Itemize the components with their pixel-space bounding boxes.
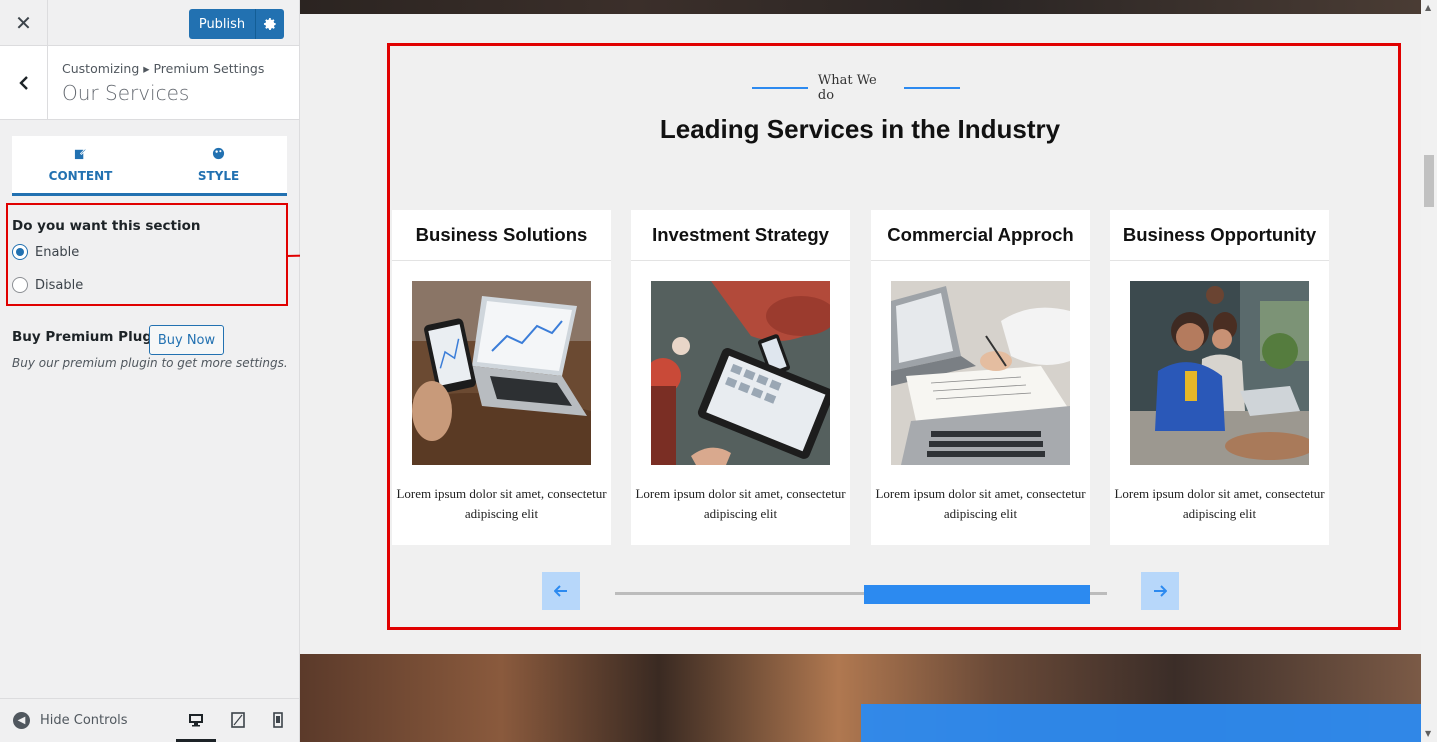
tab-content-label: CONTENT	[48, 168, 113, 183]
radio-enable-label: Enable	[35, 244, 80, 260]
tab-content[interactable]: CONTENT	[12, 136, 149, 193]
customizer-footer: ◀ Hide Controls	[0, 698, 299, 742]
radio-disable-label: Disable	[35, 277, 84, 293]
customizer-sidebar: ✕ Publish Customizing ▸ Premium Settings…	[0, 0, 300, 742]
preview-scrollbar[interactable]: ▲ ▼	[1421, 0, 1437, 742]
desktop-icon[interactable]	[187, 711, 205, 729]
premium-description: Buy our premium plugin to get more setti…	[12, 356, 288, 370]
site-preview: What We do Leading Services in the Indus…	[300, 0, 1421, 742]
previous-section-image	[300, 0, 1421, 14]
tablet-icon[interactable]	[229, 711, 247, 729]
scroll-up-icon[interactable]: ▲	[1425, 3, 1431, 12]
radio-enable[interactable]: Enable	[12, 244, 79, 260]
palette-icon	[212, 147, 225, 164]
tab-style-label: STYLE	[197, 168, 240, 183]
settings-tabs: CONTENT STYLE	[12, 136, 287, 196]
hide-controls-button[interactable]: ◀ Hide Controls	[13, 712, 128, 729]
enable-question: Do you want this section	[12, 218, 201, 234]
close-icon[interactable]: ✕	[0, 0, 48, 46]
scroll-down-icon[interactable]: ▼	[1425, 729, 1431, 738]
premium-label: Buy Premium Plugin	[12, 329, 167, 345]
next-section-overlay	[861, 704, 1421, 742]
publish-group: Publish	[189, 9, 284, 39]
customizer-header: ✕ Publish	[0, 0, 299, 46]
radio-disable-input[interactable]	[12, 277, 28, 293]
radio-disable[interactable]: Disable	[12, 277, 83, 293]
scrollbar-thumb[interactable]	[1424, 155, 1434, 207]
gear-icon[interactable]	[255, 9, 284, 39]
back-icon[interactable]	[0, 46, 48, 120]
edit-icon	[74, 147, 87, 164]
radio-enable-input[interactable]	[12, 244, 28, 260]
mobile-icon[interactable]	[269, 711, 287, 729]
buy-now-button[interactable]: Buy Now	[149, 325, 224, 355]
breadcrumb: Customizing ▸ Premium Settings	[62, 61, 265, 76]
collapse-icon: ◀	[13, 712, 30, 729]
highlight-box-section	[387, 43, 1401, 630]
publish-button[interactable]: Publish	[189, 9, 255, 39]
tab-style[interactable]: STYLE	[150, 136, 287, 193]
hide-controls-label: Hide Controls	[40, 713, 128, 728]
section-title: Our Services	[62, 81, 190, 105]
section-header: Customizing ▸ Premium Settings Our Servi…	[0, 46, 299, 120]
